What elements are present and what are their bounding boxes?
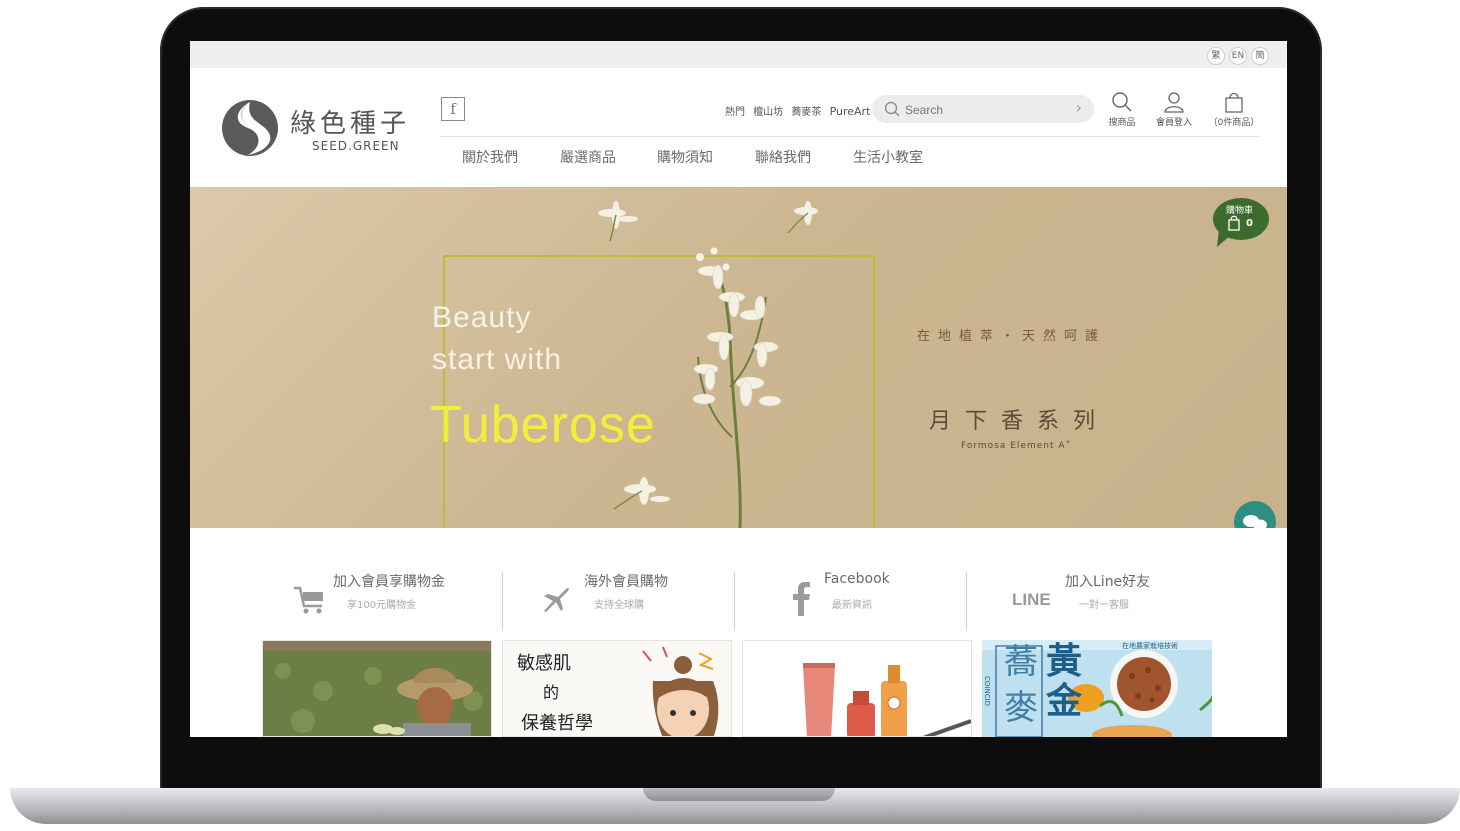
hero-line-1: Beauty [432, 301, 532, 334]
nav-about[interactable]: 關於我們 [462, 147, 518, 167]
hot-link-3[interactable]: PureArt [830, 105, 871, 118]
thumb-text-1: 敏感肌 [517, 653, 571, 674]
cart-bubble-label: 購物車 [1226, 206, 1254, 216]
thumb-big-char-1: 黃 [1046, 641, 1083, 682]
facebook-icon [793, 582, 810, 616]
lang-simplified[interactable]: 簡 [1251, 47, 1269, 65]
blossom-decoration [613, 477, 670, 510]
nav-shopping-info[interactable]: 購物須知 [657, 147, 713, 167]
feature-member-bonus-title: 加入會員享購物金 [333, 574, 445, 590]
search-icon [1112, 92, 1132, 112]
header-login-button[interactable]: 會員登入 [1153, 91, 1195, 128]
thumb-big-char-2: 金 [1046, 681, 1083, 722]
feature-divider [966, 573, 967, 631]
header-search-button[interactable]: 搜商品 [1105, 91, 1139, 128]
chat-icon [1243, 515, 1267, 528]
header-cart-button[interactable]: （0件商品） [1207, 91, 1261, 128]
logo-name-zh[interactable]: 綠色種子 [290, 103, 410, 140]
logo-mark-icon[interactable] [220, 99, 282, 157]
feature-line-title: 加入Line好友 [1065, 574, 1151, 590]
search-icon [884, 101, 900, 117]
user-icon [1164, 92, 1184, 113]
article-thumbnail-farmer[interactable] [262, 640, 492, 737]
feature-facebook-title: Facebook [824, 571, 890, 587]
hero-series-title: 月下香系列 [929, 409, 1110, 434]
hot-link-1[interactable]: 檀山坊 [753, 107, 783, 118]
feature-facebook-subtitle: 最新資訊 [832, 600, 872, 611]
hero-series-en-sup: + [1065, 439, 1072, 446]
nav-life-class[interactable]: 生活小教室 [853, 147, 923, 167]
logo-name-en[interactable]: SEED.GREEN [312, 139, 400, 153]
blossom-decoration [787, 201, 818, 233]
hero-tagline: 在地植萃・天然呵護 [917, 329, 1107, 344]
thumb-vertical-text: COINCID [983, 676, 991, 707]
facebook-icon[interactable]: f [441, 97, 465, 121]
thumb-text-3: 保養哲學 [521, 713, 593, 734]
hero-series-en-text: Formosa Element A [961, 441, 1066, 451]
plane-icon [544, 587, 569, 612]
thumb-tag: 在地農家栽培技術 [1122, 642, 1178, 650]
hero-highlight: Tuberose [430, 396, 656, 454]
hero-line-2: start with [432, 343, 563, 376]
search-box[interactable]: › [872, 95, 1094, 123]
thumb-side-char-2: 麥 [1004, 688, 1038, 728]
thumb-text-2: 的 [543, 683, 560, 702]
hero-series-en: Formosa Element A+ [961, 439, 1072, 451]
article-thumbnail-buckwheat[interactable]: 蕎 麥 黃 金 在地農家栽培技術 COINCID [982, 640, 1212, 737]
hot-link-2[interactable]: 蕎麥茶 [791, 107, 821, 118]
feature-member-bonus-subtitle: 享100元購物金 [347, 600, 417, 611]
feature-overseas-subtitle: 支持全球購 [594, 600, 644, 611]
laptop-notch [643, 788, 835, 801]
hero-banner[interactable]: Beauty start with Tuberose 在地植萃・天然呵護 月下香… [190, 187, 1287, 528]
line-icon: LINE [1012, 590, 1051, 609]
chat-button[interactable] [1234, 501, 1276, 528]
cart-icon [294, 586, 323, 614]
header-search-label: 搜商品 [1108, 118, 1136, 128]
nav-divider [441, 136, 1259, 137]
nav-products[interactable]: 嚴選商品 [560, 147, 616, 167]
tuberose-flower-image [692, 247, 782, 528]
header-login-label: 會員登入 [1155, 118, 1192, 128]
bag-icon [1225, 92, 1243, 113]
feature-divider [734, 573, 735, 631]
cart-bubble-count: 0 [1246, 218, 1253, 229]
article-thumbnail-sensitive-skin[interactable]: 敏感肌 的 保養哲學 [502, 640, 732, 737]
lang-english[interactable]: EN [1229, 47, 1247, 65]
product-bottles-illustration [743, 641, 971, 736]
header-cart-label: （0件商品） [1208, 118, 1260, 128]
farmer-photo-image [263, 641, 491, 736]
language-bar: 繁 EN 簡 [190, 41, 1287, 68]
nav-contact[interactable]: 聯絡我們 [755, 147, 811, 167]
blossom-decoration [598, 201, 638, 242]
article-thumbnail-products[interactable] [742, 640, 972, 737]
hot-label: 熱門 [725, 107, 745, 118]
feature-line-subtitle: 一對一客服 [1079, 600, 1129, 611]
hot-links: 熱門 檀山坊 蕎麥茶 PureArt [725, 103, 875, 118]
floating-cart-button[interactable]: 購物車 0 [1213, 197, 1270, 247]
chevron-right-icon[interactable]: › [1076, 98, 1082, 117]
browser-screen: 繁 EN 簡 綠色種子 SEED.GREEN f 熱門 檀山坊 蕎麥茶 Pure… [190, 41, 1287, 737]
search-input[interactable] [903, 100, 1067, 120]
feature-divider [502, 573, 503, 631]
thumb-side-char-1: 蕎 [1004, 642, 1038, 682]
lang-traditional[interactable]: 繁 [1207, 47, 1225, 65]
feature-overseas-title: 海外會員購物 [584, 574, 668, 590]
